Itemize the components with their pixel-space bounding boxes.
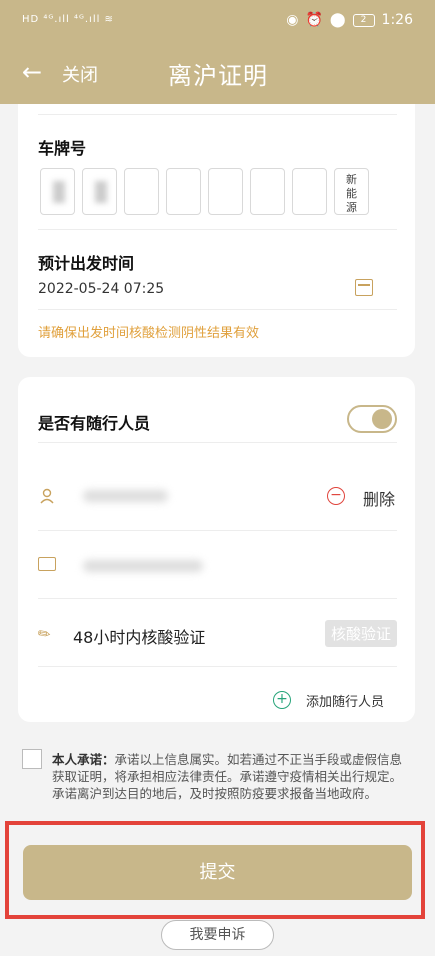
person-icon: [40, 488, 54, 504]
syringe-icon: ✎: [33, 623, 55, 645]
submit-button[interactable]: 提交: [23, 845, 412, 900]
plate-char-input[interactable]: [292, 168, 327, 215]
signal-indicators: HD ⁴ᴳ.ıll ⁴ᴳ.ıll ≋: [22, 14, 114, 25]
location-icon: ⬤: [329, 12, 346, 28]
divider: [38, 229, 397, 230]
divider: [38, 666, 397, 667]
plate-char-input[interactable]: [250, 168, 285, 215]
minus-circle-icon[interactable]: −: [327, 487, 345, 505]
plus-circle-icon[interactable]: +: [273, 691, 291, 709]
pledge-title: 本人承诺：: [52, 752, 115, 767]
departure-label: 预计出发时间: [38, 254, 135, 273]
add-companion-button[interactable]: 添加随行人员: [306, 691, 384, 710]
close-button[interactable]: 关闭: [62, 61, 98, 87]
nav-bar: ← 关闭 离沪证明: [0, 44, 435, 104]
clock: 1:26: [381, 12, 413, 28]
pledge-checkbox[interactable]: [22, 749, 42, 769]
plate-label: 车牌号: [38, 139, 87, 158]
divider: [38, 442, 397, 443]
departure-time-value[interactable]: 2022-05-24 07:25: [38, 281, 164, 297]
plate-char-input[interactable]: [166, 168, 201, 215]
nucleic-verify-button[interactable]: 核酸验证: [324, 620, 397, 647]
status-right: ◉ ⏰ ⬤ 2 1:26: [286, 12, 413, 28]
vehicle-card: 车牌号 新能源 预计出发时间 2022-05-24 07:25 请确保出发时间核…: [18, 104, 415, 357]
status-bar: HD ⁴ᴳ.ıll ⁴ᴳ.ıll ≋ ◉ ⏰ ⬤ 2 1:26: [0, 0, 435, 44]
eye-icon: ◉: [286, 12, 299, 28]
toggle-knob: [372, 409, 392, 429]
plate-char-input[interactable]: [208, 168, 243, 215]
companions-toggle[interactable]: [347, 405, 397, 433]
delete-button[interactable]: 删除: [363, 486, 395, 510]
plate-char-input[interactable]: [40, 168, 75, 215]
page-title: 离沪证明: [168, 62, 268, 90]
id-card-icon: [38, 557, 56, 571]
companion-id-redacted[interactable]: [83, 560, 203, 572]
nucleic-test-label: 48小时内核酸验证: [73, 628, 206, 647]
divider: [38, 530, 397, 531]
divider: [38, 114, 397, 115]
pledge-text: 本人承诺：承诺以上信息属实。如若通过不正当手段或虚假信息获取证明，将承担相应法律…: [52, 751, 407, 802]
back-arrow-icon[interactable]: ←: [22, 58, 42, 86]
companions-card: 是否有随行人员 − 删除 ✎ 48小时内核酸验证 核酸验证 + 添加随行人员: [18, 377, 415, 722]
plate-char-input[interactable]: [124, 168, 159, 215]
appeal-button[interactable]: 我要申诉: [161, 920, 274, 950]
battery-icon: 2: [352, 13, 375, 27]
companions-toggle-label: 是否有随行人员: [38, 414, 151, 433]
plate-inputs: 新能源: [40, 168, 369, 215]
new-energy-plate-input[interactable]: 新能源: [334, 168, 369, 215]
departure-notice: 请确保出发时间核酸检测阴性结果有效: [38, 326, 260, 341]
companion-name-redacted[interactable]: [83, 490, 168, 502]
divider: [38, 598, 397, 599]
divider: [38, 309, 397, 310]
calendar-icon[interactable]: [355, 279, 373, 296]
alarm-icon: ⏰: [305, 12, 323, 28]
plate-char-input[interactable]: [82, 168, 117, 215]
